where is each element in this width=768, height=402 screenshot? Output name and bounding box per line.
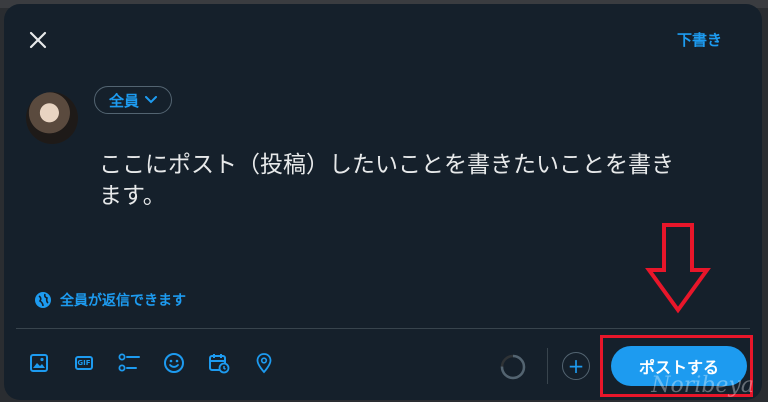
gif-icon: GIF [75, 356, 93, 370]
tag-location-button[interactable] [253, 352, 275, 374]
globe-icon [35, 292, 51, 308]
image-icon [30, 354, 48, 372]
gif-label: GIF [77, 359, 91, 367]
post-text-line-1: ここにポスト（投稿）したいことを書きたいことを書き [99, 152, 674, 178]
audience-label: 全員 [109, 91, 140, 110]
chevron-down-icon [145, 96, 158, 104]
reply-setting-button[interactable]: 全員が返信できます [34, 290, 186, 310]
plus-icon: + [567, 354, 585, 378]
add-poll-button[interactable] [118, 352, 140, 374]
post-text-area[interactable]: ここにポスト（投稿）したいことを書きたいことを書き ます。 [99, 150, 739, 212]
add-emoji-button[interactable] [163, 352, 185, 374]
media-toolbar: GIF [28, 352, 275, 374]
drafts-link[interactable]: 下書き [677, 29, 722, 50]
reply-setting-label: 全員が返信できます [60, 293, 186, 309]
close-button[interactable] [24, 26, 52, 54]
schedule-post-button[interactable] [208, 352, 230, 374]
character-count-ring [500, 354, 526, 380]
down-arrow-icon [645, 223, 711, 314]
avatar[interactable] [26, 92, 78, 144]
add-gif-button[interactable]: GIF [73, 352, 95, 374]
compose-modal: 下書き 全員 ここにポスト（投稿）したいことを書きたいことを書き ます。 全員が… [4, 4, 762, 400]
divider [16, 328, 750, 329]
close-icon [29, 31, 47, 49]
post-text-line-2: ます。 [99, 183, 166, 209]
toolbar-separator [547, 348, 548, 384]
audience-button[interactable]: 全員 [94, 86, 173, 114]
add-image-button[interactable] [28, 352, 50, 374]
poll-icon [118, 353, 140, 372]
schedule-icon [209, 354, 230, 374]
location-icon [256, 353, 272, 374]
watermark: Noribeya [651, 373, 754, 398]
add-post-button[interactable]: + [562, 352, 590, 380]
emoji-icon [164, 353, 184, 373]
